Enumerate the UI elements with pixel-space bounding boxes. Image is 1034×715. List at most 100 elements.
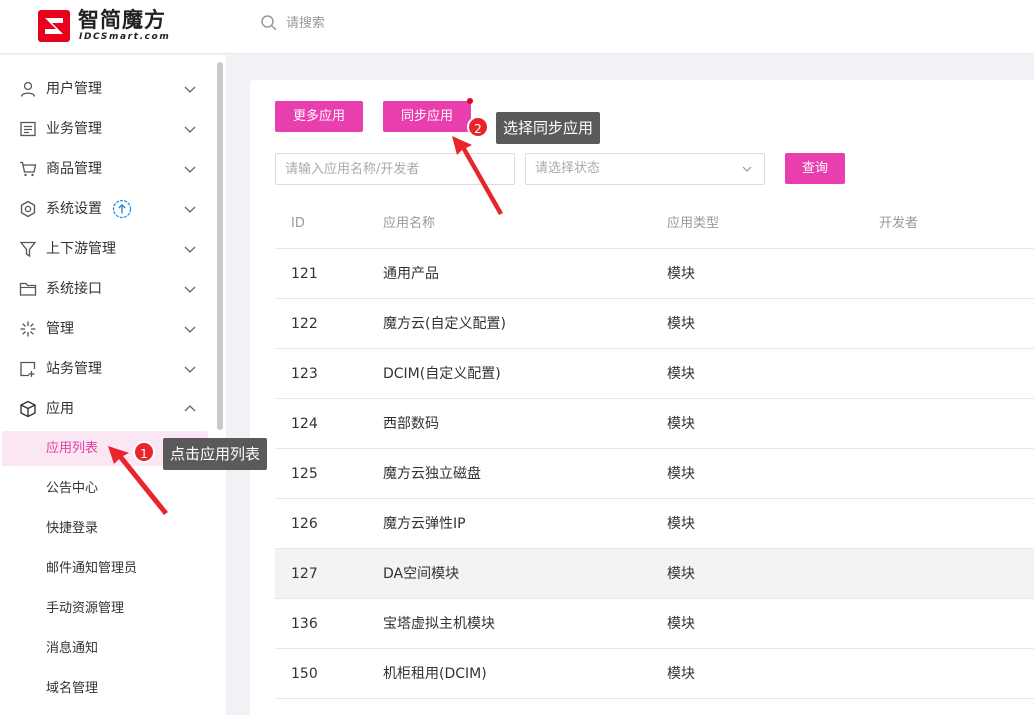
chevron-down-icon [184, 206, 196, 213]
header-developer: 开发者 [879, 216, 919, 231]
cell-type: 模块 [667, 466, 695, 482]
cell-id: 136 [291, 616, 318, 632]
sidebar-subitem-label: 手动资源管理 [46, 601, 125, 616]
chevron-down-icon [184, 366, 196, 373]
sidebar-item-system-interface[interactable]: 系统接口 [0, 269, 212, 309]
sidebar-item-label: 系统设置 [46, 201, 102, 217]
step-badge-2: 2 [467, 116, 489, 138]
sidebar-subitem-label: 应用列表 [46, 441, 99, 456]
list-icon [20, 121, 36, 137]
cell-name: 机柜租用(DCIM) [383, 666, 487, 682]
sidebar-subitem-domain-management[interactable]: 域名管理 [0, 669, 212, 709]
table-row[interactable]: 124 西部数码 模块 [275, 399, 1034, 449]
more-apps-button[interactable]: 更多应用 [275, 101, 363, 132]
cell-name: 通用产品 [383, 266, 439, 282]
search-icon[interactable] [260, 14, 278, 32]
step-tooltip-2: 选择同步应用 [496, 112, 601, 144]
sidebar-subitem-label: 消息通知 [46, 641, 99, 656]
cube-icon [20, 400, 36, 418]
cell-name: 西部数码 [383, 416, 439, 432]
sidebar-item-system-settings[interactable]: 系统设置 [0, 189, 212, 229]
query-button[interactable]: 查询 [785, 153, 845, 184]
cell-type: 模块 [667, 566, 695, 582]
logo[interactable]: 智简魔方 IDCSmart.com [38, 8, 188, 44]
sidebar-item-product-management[interactable]: 商品管理 [0, 149, 212, 189]
sidebar-item-label: 用户管理 [46, 81, 102, 97]
status-select-placeholder: 请选择状态 [535, 161, 601, 176]
settings-icon [20, 200, 36, 218]
logo-mark-icon [38, 10, 70, 42]
site-icon [20, 361, 36, 377]
sidebar-item-management[interactable]: 管理 [0, 309, 212, 349]
sidebar-item-label: 上下游管理 [46, 241, 116, 257]
chevron-up-icon [184, 405, 196, 412]
cart-icon [20, 161, 37, 177]
user-icon [20, 81, 36, 97]
logo-text-cn: 智简魔方 [78, 8, 166, 32]
app-search-input[interactable] [276, 154, 514, 184]
chevron-down-icon [184, 286, 196, 293]
sidebar-item-label: 商品管理 [46, 161, 102, 177]
cell-type: 模块 [667, 516, 695, 532]
top-header: 智简魔方 IDCSmart.com [0, 0, 1034, 54]
sidebar-item-business-management[interactable]: 业务管理 [0, 109, 212, 149]
table-row[interactable]: 125 魔方云独立磁盘 模块 [275, 449, 1034, 499]
cell-name: 魔方云(自定义配置) [383, 316, 506, 332]
upgrade-icon[interactable] [112, 199, 132, 219]
cell-id: 122 [291, 316, 318, 332]
table-row[interactable]: 126 魔方云弹性IP 模块 [275, 499, 1034, 549]
cell-type: 模块 [667, 366, 695, 382]
cell-id: 127 [291, 566, 318, 582]
cell-id: 126 [291, 516, 318, 532]
cell-id: 150 [291, 666, 318, 682]
table-row[interactable]: 136 宝塔虚拟主机模块 模块 [275, 599, 1034, 649]
sidebar-item-label: 业务管理 [46, 121, 102, 137]
app-search-field[interactable] [275, 153, 515, 185]
chevron-down-icon [184, 86, 196, 93]
chevron-down-icon [184, 246, 196, 253]
cell-type: 模块 [667, 416, 695, 432]
chevron-down-icon [184, 326, 196, 333]
sidebar-scrollbar[interactable] [217, 62, 223, 430]
sidebar-item-label: 系统接口 [46, 281, 102, 297]
sparkle-icon [20, 321, 36, 337]
folder-icon [19, 282, 37, 296]
chevron-down-icon [742, 166, 752, 172]
header-id: ID [291, 216, 305, 231]
sidebar-item-site-management[interactable]: 站务管理 [0, 349, 212, 389]
sidebar-item-user-management[interactable]: 用户管理 [0, 69, 212, 109]
step-tooltip-1: 点击应用列表 [163, 438, 268, 470]
table-header: ID 应用名称 应用类型 开发者 [275, 199, 1034, 249]
logo-text-en: IDCSmart.com [79, 32, 171, 42]
sidebar-subitem-label: 快捷登录 [46, 521, 99, 536]
table-row[interactable]: 121 通用产品 模块 [275, 249, 1034, 299]
status-select[interactable]: 请选择状态 [525, 153, 765, 185]
table-row[interactable]: 150 机柜租用(DCIM) 模块 [275, 649, 1034, 699]
sidebar-item-label: 站务管理 [46, 361, 102, 377]
sidebar-subitem-label: 邮件通知管理员 [46, 561, 138, 576]
cell-id: 124 [291, 416, 318, 432]
sidebar-subitem-announcement-center[interactable]: 公告中心 [0, 469, 212, 509]
global-search-input[interactable] [286, 12, 586, 34]
cell-name: DCIM(自定义配置) [383, 366, 501, 382]
sidebar-item-label: 应用 [46, 401, 74, 417]
sidebar-subitem-notifications[interactable]: 消息通知 [0, 629, 212, 669]
cell-type: 模块 [667, 666, 695, 682]
cell-name: 宝塔虚拟主机模块 [383, 616, 495, 632]
sidebar-subitem-label: 公告中心 [46, 481, 99, 496]
table-row[interactable]: 127 DA空间模块 模块 [275, 549, 1034, 599]
sidebar-item-upstream-downstream[interactable]: 上下游管理 [0, 229, 212, 269]
cell-id: 125 [291, 466, 318, 482]
sidebar-subitem-email-admin[interactable]: 邮件通知管理员 [0, 549, 212, 589]
chevron-down-icon [184, 166, 196, 173]
table-row[interactable]: 123 DCIM(自定义配置) 模块 [275, 349, 1034, 399]
table-row[interactable]: 122 魔方云(自定义配置) 模块 [275, 299, 1034, 349]
cell-name: 魔方云独立磁盘 [383, 466, 481, 482]
sidebar-subitem-manual-resources[interactable]: 手动资源管理 [0, 589, 212, 629]
cell-id: 121 [291, 266, 318, 282]
sidebar-item-applications[interactable]: 应用 [0, 389, 212, 429]
cell-name: DA空间模块 [383, 566, 460, 582]
sidebar-subitem-quick-login[interactable]: 快捷登录 [0, 509, 212, 549]
sidebar-subitem-label: 域名管理 [46, 681, 99, 696]
sync-apps-button[interactable]: 同步应用 [383, 101, 471, 132]
